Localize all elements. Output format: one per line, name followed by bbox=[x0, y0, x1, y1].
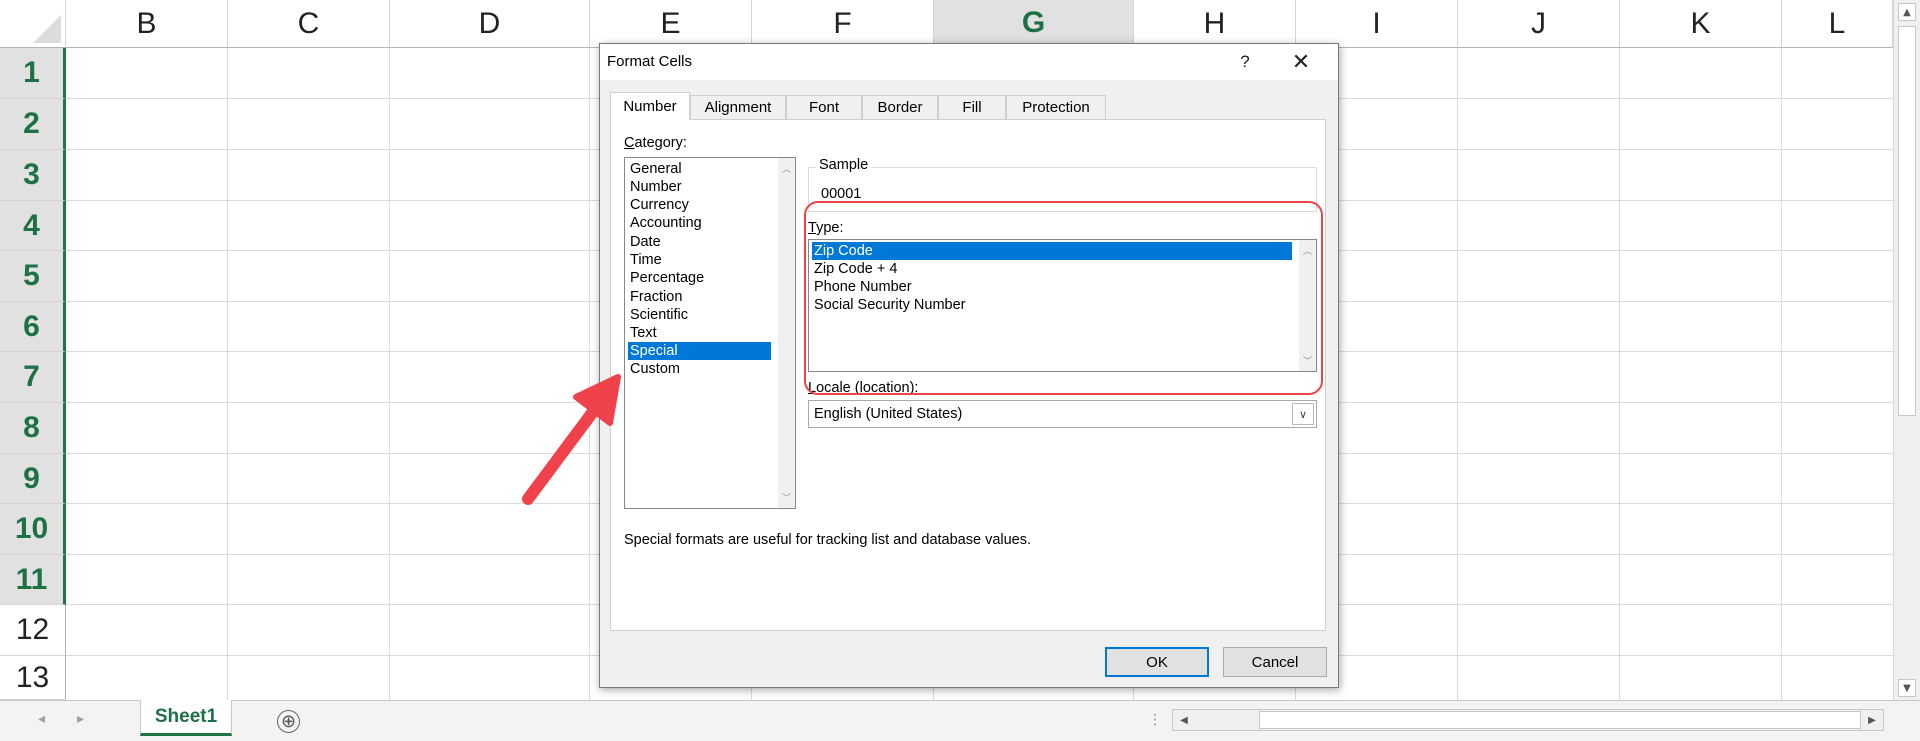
category-item-accounting[interactable]: Accounting bbox=[628, 214, 771, 232]
category-item-number[interactable]: Number bbox=[628, 178, 771, 196]
locale-value: English (United States) bbox=[814, 406, 963, 422]
column-header-j[interactable]: J bbox=[1458, 0, 1620, 48]
vertical-scrollbar[interactable]: ▲ ▼ bbox=[1893, 0, 1920, 700]
category-item-general[interactable]: General bbox=[628, 160, 771, 178]
chevron-down-icon[interactable]: ﹀ bbox=[778, 489, 795, 506]
row-header-7[interactable]: 7 bbox=[0, 352, 66, 403]
row-header-1[interactable]: 1 bbox=[0, 48, 66, 99]
row-header-5[interactable]: 5 bbox=[0, 251, 66, 302]
tab-split-handle-icon[interactable]: ⋮ bbox=[1148, 711, 1162, 728]
category-item-fraction[interactable]: Fraction bbox=[628, 288, 771, 306]
column-header-h[interactable]: H bbox=[1134, 0, 1296, 48]
select-all-triangle-icon bbox=[33, 15, 61, 43]
sheet-tab-bar: ◂ ▸ Sheet1 ⊕ ⋮ ◀ ▶ bbox=[0, 700, 1920, 741]
category-item-time[interactable]: Time bbox=[628, 251, 771, 269]
dialog-title: Format Cells bbox=[607, 53, 693, 70]
category-item-text[interactable]: Text bbox=[628, 324, 771, 342]
horizontal-scrollbar[interactable]: ◀ ▶ bbox=[1172, 709, 1884, 731]
scroll-up-arrow-icon[interactable]: ▲ bbox=[1898, 3, 1916, 21]
column-header-k[interactable]: K bbox=[1620, 0, 1782, 48]
column-header-i[interactable]: I bbox=[1296, 0, 1458, 48]
tab-alignment[interactable]: Alignment bbox=[690, 95, 786, 119]
ok-button[interactable]: OK bbox=[1105, 647, 1209, 677]
help-button[interactable]: ? bbox=[1232, 49, 1258, 75]
column-header-d[interactable]: D bbox=[390, 0, 590, 48]
category-listbox[interactable]: General Number Currency Accounting Date … bbox=[624, 157, 796, 509]
sample-label: Sample bbox=[816, 157, 872, 173]
category-label: Category: bbox=[624, 135, 687, 151]
column-header-c[interactable]: C bbox=[228, 0, 390, 48]
tab-border[interactable]: Border bbox=[862, 95, 938, 119]
row-header-12[interactable]: 12 bbox=[0, 605, 66, 656]
row-header-3[interactable]: 3 bbox=[0, 150, 66, 201]
column-header-e[interactable]: E bbox=[590, 0, 752, 48]
tab-font[interactable]: Font bbox=[786, 95, 862, 119]
add-sheet-icon[interactable]: ⊕ bbox=[277, 710, 300, 733]
category-item-percentage[interactable]: Percentage bbox=[628, 269, 771, 287]
tab-protection[interactable]: Protection bbox=[1006, 95, 1106, 119]
row-header-10[interactable]: 10 bbox=[0, 504, 66, 555]
column-header-row: B C D E F G H I J K L bbox=[0, 0, 1893, 48]
cancel-button[interactable]: Cancel bbox=[1223, 647, 1327, 677]
column-header-f[interactable]: F bbox=[752, 0, 934, 48]
sample-value: 00001 bbox=[821, 186, 862, 202]
row-header-2[interactable]: 2 bbox=[0, 99, 66, 150]
category-item-scientific[interactable]: Scientific bbox=[628, 306, 771, 324]
column-header-g[interactable]: G bbox=[934, 0, 1134, 48]
next-sheet-icon[interactable]: ▸ bbox=[77, 711, 84, 727]
tab-number[interactable]: Number bbox=[610, 92, 690, 120]
category-item-custom[interactable]: Custom bbox=[628, 360, 771, 378]
tab-fill[interactable]: Fill bbox=[938, 95, 1006, 119]
scroll-left-arrow-icon[interactable]: ◀ bbox=[1175, 711, 1193, 729]
vertical-scroll-thumb[interactable] bbox=[1898, 26, 1916, 416]
select-all-corner[interactable] bbox=[0, 0, 66, 48]
row-header-6[interactable]: 6 bbox=[0, 302, 66, 352]
excel-window: B C D E F G H I J K L 1 2 3 4 5 6 7 8 9 … bbox=[0, 0, 1920, 741]
row-header-4[interactable]: 4 bbox=[0, 201, 66, 251]
category-item-currency[interactable]: Currency bbox=[628, 196, 771, 214]
prev-sheet-icon[interactable]: ◂ bbox=[38, 711, 45, 727]
chevron-up-icon[interactable]: ︿ bbox=[778, 160, 795, 177]
row-header-13[interactable]: 13 bbox=[0, 656, 66, 700]
sheet-tab-sheet1[interactable]: Sheet1 bbox=[140, 700, 232, 736]
type-highlight-annotation bbox=[804, 201, 1323, 395]
row-header-9[interactable]: 9 bbox=[0, 454, 66, 504]
category-item-special[interactable]: Special bbox=[628, 342, 771, 360]
scroll-down-arrow-icon[interactable]: ▼ bbox=[1898, 679, 1916, 697]
row-header-8[interactable]: 8 bbox=[0, 403, 66, 454]
locale-dropdown[interactable]: English (United States) ∨ bbox=[808, 400, 1317, 428]
category-scrollbar[interactable]: ︿ ﹀ bbox=[778, 158, 795, 508]
dialog-titlebar[interactable]: Format Cells ? ✕ bbox=[600, 44, 1338, 80]
category-description: Special formats are useful for tracking … bbox=[624, 532, 1032, 548]
column-header-l[interactable]: L bbox=[1782, 0, 1893, 48]
column-header-b[interactable]: B bbox=[66, 0, 228, 48]
close-icon[interactable]: ✕ bbox=[1284, 47, 1318, 77]
red-arrow-annotation-icon bbox=[522, 374, 621, 505]
scroll-right-arrow-icon[interactable]: ▶ bbox=[1863, 711, 1881, 729]
category-item-date[interactable]: Date bbox=[628, 233, 771, 251]
horizontal-scroll-thumb[interactable] bbox=[1259, 711, 1861, 729]
row-header-11[interactable]: 11 bbox=[0, 555, 66, 605]
chevron-down-icon[interactable]: ∨ bbox=[1292, 403, 1314, 425]
